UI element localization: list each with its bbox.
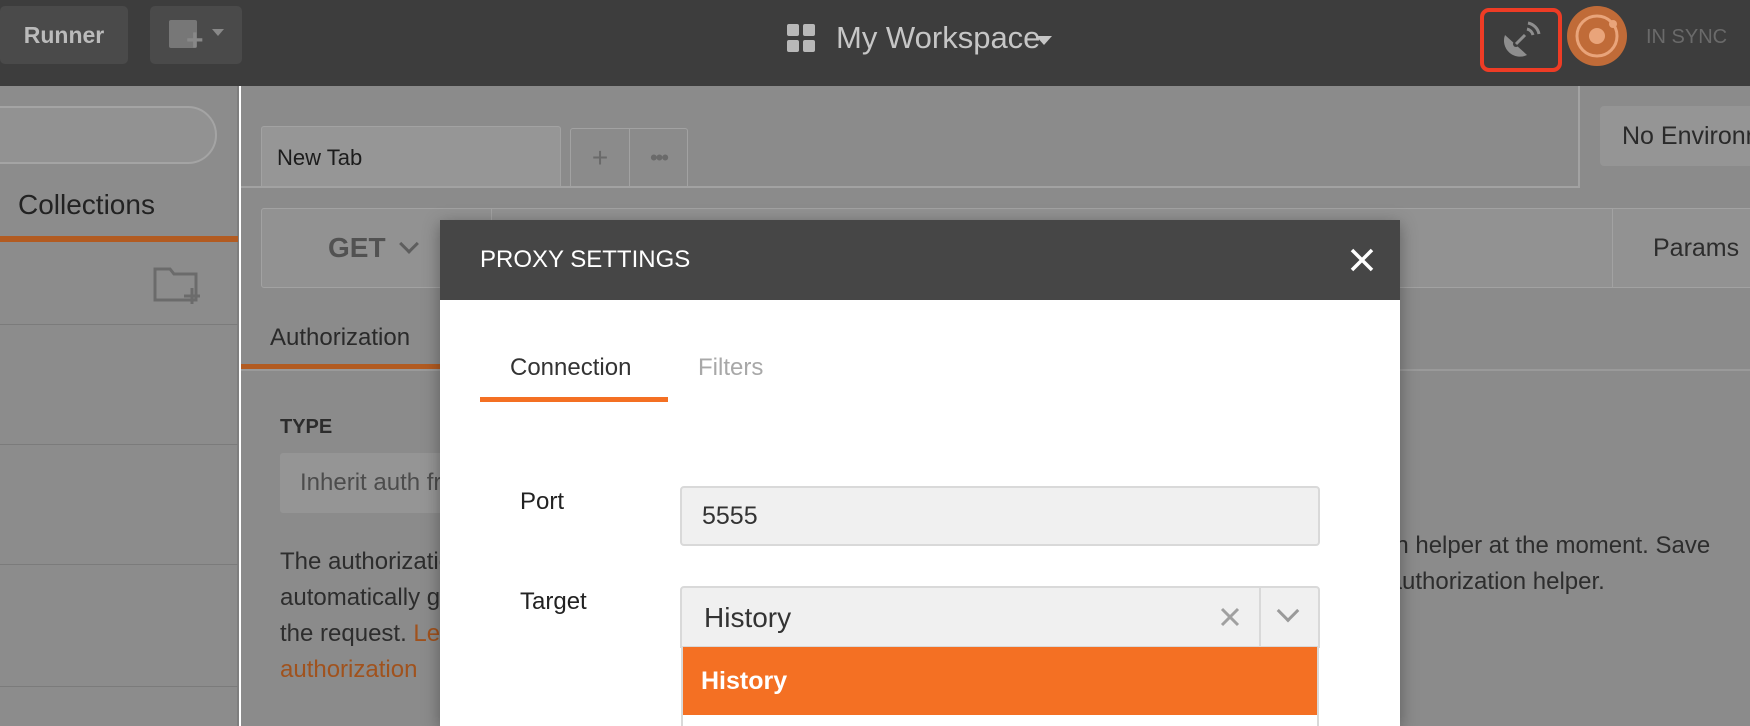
target-selected-value: History — [704, 602, 792, 633]
runner-button[interactable]: Runner — [0, 6, 128, 64]
connection-tab-underline — [480, 397, 668, 402]
sidebar-divider — [0, 686, 238, 687]
auth-description-line: s authorization helper. — [1370, 568, 1605, 595]
sidebar-divider — [0, 564, 238, 565]
tab-new-tab[interactable]: New Tab — [261, 126, 561, 188]
caret-down-icon — [212, 29, 224, 36]
sidebar: Collections — [0, 86, 239, 726]
interceptor-button[interactable] — [1480, 8, 1562, 72]
workspace-caret-icon[interactable] — [1036, 36, 1052, 45]
close-icon[interactable] — [1344, 242, 1380, 278]
workspace-switcher[interactable]: My Workspace — [836, 18, 1040, 58]
tab-connection[interactable]: Connection — [510, 354, 631, 382]
clear-icon[interactable] — [1216, 603, 1244, 631]
sidebar-divider — [0, 444, 238, 445]
modal-header: PROXY SETTINGS — [440, 220, 1400, 300]
target-dropdown: History — [681, 647, 1319, 726]
params-button[interactable]: Params — [1653, 209, 1739, 287]
workspace-grid-icon[interactable] — [787, 24, 815, 52]
port-label: Port — [520, 488, 565, 515]
auth-description-line: tion helper at the moment. Save — [1370, 532, 1711, 559]
auth-description-text: the request. — [280, 620, 407, 647]
target-select[interactable]: History — [680, 586, 1320, 648]
top-bar: Runner + My Workspace IN SYNC — [0, 0, 1750, 86]
chevron-down-icon[interactable] — [1276, 599, 1300, 623]
environment-select[interactable]: No Environment — [1600, 106, 1750, 166]
tab-collections[interactable]: Collections — [18, 189, 155, 221]
sidebar-divider — [0, 324, 238, 325]
new-collection-icon[interactable] — [152, 264, 204, 311]
add-tab-button[interactable]: + — [570, 128, 630, 188]
auth-description-continued: tion helper at the moment. Save s author… — [1370, 528, 1750, 600]
tabs-divider — [241, 186, 1578, 188]
dropdown-option-history[interactable]: History — [683, 647, 1317, 715]
sidebar-search-input[interactable] — [0, 106, 217, 164]
new-button[interactable]: + — [150, 6, 242, 64]
select-divider — [1259, 588, 1261, 646]
modal-title: PROXY SETTINGS — [480, 246, 691, 273]
satellite-dish-icon — [1503, 21, 1541, 57]
port-input[interactable] — [680, 486, 1320, 546]
collections-tab-underline — [0, 236, 238, 242]
target-label: Target — [520, 588, 587, 615]
proxy-settings-modal: PROXY SETTINGS Connection Filters Port T… — [440, 220, 1400, 726]
params-divider — [1612, 209, 1613, 287]
environment-divider — [1578, 86, 1580, 188]
sync-status-text: IN SYNC — [1646, 26, 1728, 48]
learn-more-link[interactable]: Le — [413, 620, 440, 647]
method-label: GET — [328, 232, 386, 263]
sync-status-icon[interactable] — [1567, 6, 1627, 66]
plus-icon: + — [186, 24, 204, 57]
tab-filters[interactable]: Filters — [698, 354, 763, 382]
tab-authorization[interactable]: Authorization — [270, 324, 410, 352]
auth-type-label: TYPE — [280, 416, 333, 438]
chevron-down-icon — [399, 234, 419, 254]
more-tabs-button[interactable]: ••• — [630, 128, 688, 188]
